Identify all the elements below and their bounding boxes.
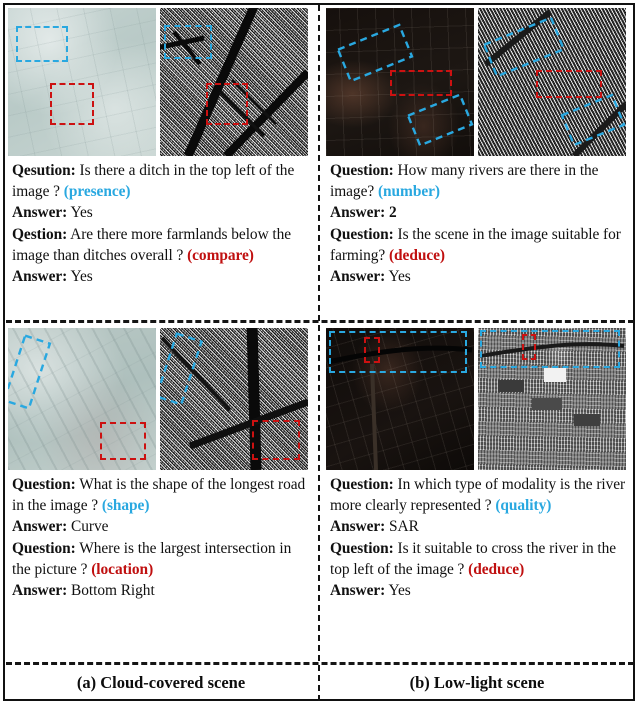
image-pair — [324, 326, 632, 470]
panel-a-caption: (a) Cloud-covered scene — [76, 673, 246, 692]
question-2: Question: Is it suitable to cross the ri… — [330, 538, 628, 580]
answer-2: Answer: Yes — [330, 266, 628, 287]
answer-text: Yes — [70, 268, 93, 286]
cyan-bounding-box — [16, 26, 68, 62]
answer-label: Answer: — [12, 582, 68, 600]
question-1: Question: What is the shape of the longe… — [12, 474, 310, 516]
question-2: Question: Is the scene in the image suit… — [330, 224, 628, 266]
answer-1: Answer: Curve — [12, 516, 310, 537]
question-type-tag: (deduce) — [468, 560, 525, 578]
horizontal-dashed-divider — [6, 320, 634, 323]
answer-label: Answer: — [330, 582, 386, 600]
question-label: Question: — [12, 539, 76, 557]
red-bounding-box — [50, 83, 94, 125]
image-pair — [6, 326, 314, 470]
red-bounding-box — [390, 70, 452, 96]
sar-image — [478, 8, 626, 156]
question-type-tag: (deduce) — [388, 246, 445, 264]
image-pair — [6, 6, 314, 156]
cyan-bounding-box — [480, 330, 620, 368]
sar-image — [478, 328, 626, 470]
question-label: Qesution: — [12, 162, 76, 179]
answer-text: Yes — [388, 582, 411, 600]
red-bounding-box — [364, 337, 380, 363]
question-type-tag: (presence) — [63, 183, 131, 201]
answer-label: Answer: — [12, 518, 68, 536]
qa-block: Qesution: Is there a ditch in the top le… — [6, 156, 314, 287]
answer-1: Answer: SAR — [330, 516, 628, 537]
optical-low-light-image — [326, 328, 474, 470]
qa-block: Question: What is the shape of the longe… — [6, 470, 314, 601]
cyan-bounding-box — [164, 25, 212, 59]
panel-a-cell-1: Qesution: Is there a ditch in the top le… — [6, 6, 314, 318]
answer-text: Curve — [71, 518, 109, 536]
question-1: Question: In which type of modality is t… — [330, 474, 628, 516]
question-2: Qestion: Are there more farmlands below … — [12, 224, 310, 266]
answer-2: Answer: Bottom Right — [12, 580, 310, 601]
optical-cloud-covered-image — [8, 8, 156, 156]
answer-2: Answer: Yes — [330, 580, 628, 601]
panel-b-caption: (b) Low-light scene — [409, 673, 545, 692]
question-1: Question: How many rivers are there in t… — [330, 160, 628, 202]
question-label: Question: — [330, 225, 394, 243]
question-type-tag: (quality) — [495, 497, 552, 515]
question-label: Question: — [12, 476, 76, 493]
panel-a-cell-2: Question: What is the shape of the longe… — [6, 326, 314, 660]
sar-image — [160, 8, 308, 156]
question-2: Question: Where is the largest intersect… — [12, 538, 310, 580]
panel-b-cell-1: Question: How many rivers are there in t… — [324, 6, 632, 318]
qa-block: Question: In which type of modality is t… — [324, 470, 632, 601]
optical-low-light-image — [326, 8, 474, 156]
vertical-dashed-divider — [318, 5, 320, 701]
red-bounding-box — [252, 420, 300, 460]
question-label: Question: — [330, 162, 394, 179]
red-bounding-box — [206, 83, 248, 125]
question-type-tag: (shape) — [101, 497, 150, 515]
question-1: Qesution: Is there a ditch in the top le… — [12, 160, 310, 202]
image-pair — [324, 6, 632, 156]
sar-image — [160, 328, 308, 470]
red-bounding-box — [100, 422, 146, 460]
answer-text: Yes — [388, 268, 411, 286]
question-type-tag: (location) — [91, 560, 154, 578]
answer-label: Answer: — [330, 204, 386, 222]
optical-cloud-covered-image — [8, 328, 156, 470]
answer-text: SAR — [389, 518, 419, 536]
answer-text: Yes — [70, 204, 93, 222]
red-bounding-box — [522, 334, 536, 360]
answer-2: Answer: Yes — [12, 266, 310, 287]
question-label: Qestion: — [12, 225, 68, 243]
question-label: Question: — [330, 476, 394, 493]
answer-label: Answer: — [12, 204, 68, 222]
question-type-tag: (compare) — [187, 246, 254, 264]
answer-1: Answer: Yes — [12, 202, 310, 223]
answer-1: Answer: 2 — [330, 202, 628, 223]
cyan-bounding-box — [329, 331, 467, 373]
caption-dashed-divider — [6, 662, 634, 665]
answer-text: Bottom Right — [71, 582, 155, 600]
answer-text: 2 — [389, 204, 397, 222]
figure-root: Qesution: Is there a ditch in the top le… — [0, 0, 640, 705]
question-type-tag: (number) — [377, 183, 440, 201]
answer-label: Answer: — [12, 268, 68, 286]
red-bounding-box — [536, 70, 602, 98]
answer-label: Answer: — [330, 268, 386, 286]
answer-label: Answer: — [330, 518, 386, 536]
question-label: Question: — [330, 539, 394, 557]
panel-b-cell-2: Question: In which type of modality is t… — [324, 326, 632, 660]
qa-block: Question: How many rivers are there in t… — [324, 156, 632, 287]
